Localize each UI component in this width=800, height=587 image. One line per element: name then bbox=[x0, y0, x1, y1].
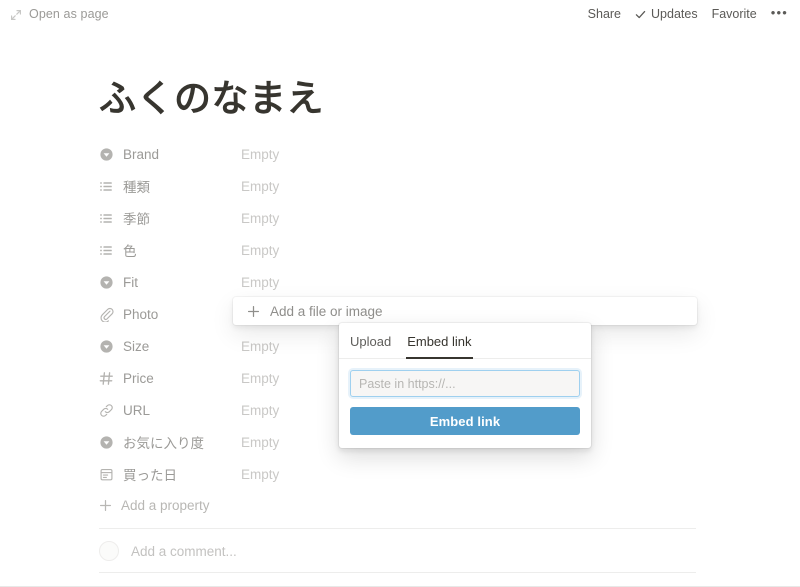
check-icon bbox=[635, 9, 646, 20]
add-comment-row[interactable]: Add a comment... bbox=[99, 538, 237, 564]
tab-upload[interactable]: Upload bbox=[350, 334, 391, 358]
property-label: Price bbox=[123, 370, 154, 386]
select-icon bbox=[99, 147, 114, 162]
plus-icon bbox=[99, 499, 112, 512]
hash-icon bbox=[99, 371, 114, 386]
property-value[interactable]: Empty bbox=[239, 403, 279, 418]
property-name-kisetsu[interactable]: 季節 bbox=[99, 208, 239, 228]
open-as-page-button[interactable]: Open as page bbox=[10, 7, 109, 21]
property-value[interactable]: Empty bbox=[239, 147, 279, 162]
property-label: 種類 bbox=[123, 180, 150, 195]
embed-link-popup: Upload Embed link Embed link bbox=[339, 323, 591, 448]
property-row-shurui[interactable]: 種類 Empty bbox=[99, 170, 699, 202]
property-value[interactable]: Empty bbox=[239, 179, 279, 194]
select-icon bbox=[99, 339, 114, 354]
ellipsis-icon[interactable]: ••• bbox=[771, 6, 788, 22]
embed-link-submit-button[interactable]: Embed link bbox=[350, 407, 580, 435]
open-as-page-label: Open as page bbox=[29, 7, 109, 21]
add-file-or-image-label: Add a file or image bbox=[270, 303, 383, 319]
property-value[interactable]: Empty bbox=[239, 435, 279, 450]
select-icon bbox=[99, 275, 114, 290]
property-label: 季節 bbox=[123, 212, 150, 227]
property-name-price[interactable]: Price bbox=[99, 371, 239, 386]
updates-button[interactable]: Updates bbox=[635, 7, 698, 21]
divider-above-comment bbox=[99, 528, 696, 529]
plus-icon bbox=[247, 305, 260, 318]
property-value[interactable]: Empty bbox=[239, 339, 279, 354]
top-bar-actions: Share Updates Favorite ••• bbox=[588, 6, 788, 22]
property-name-okiniiri[interactable]: お気に入り度 bbox=[99, 432, 239, 452]
updates-label: Updates bbox=[651, 7, 698, 21]
link-icon bbox=[99, 403, 114, 418]
avatar bbox=[99, 541, 119, 561]
add-file-or-image-button[interactable]: Add a file or image bbox=[233, 297, 697, 325]
property-name-size[interactable]: Size bbox=[99, 339, 239, 354]
property-name-brand[interactable]: Brand bbox=[99, 147, 239, 162]
multi-select-icon bbox=[99, 211, 114, 226]
multi-select-icon bbox=[99, 243, 114, 258]
property-value[interactable]: Empty bbox=[239, 371, 279, 386]
add-comment-placeholder: Add a comment... bbox=[131, 543, 237, 559]
property-name-url[interactable]: URL bbox=[99, 403, 239, 418]
divider-below-comment bbox=[99, 572, 696, 573]
property-label: Size bbox=[123, 338, 150, 354]
property-row-kisetsu[interactable]: 季節 Empty bbox=[99, 202, 699, 234]
calendar-icon bbox=[99, 467, 114, 482]
add-property-button[interactable]: Add a property bbox=[99, 493, 210, 517]
embed-url-input[interactable] bbox=[350, 370, 580, 397]
property-label: URL bbox=[123, 402, 151, 418]
popup-tab-list: Upload Embed link bbox=[339, 323, 591, 359]
property-value[interactable]: Empty bbox=[239, 467, 279, 482]
add-property-label: Add a property bbox=[121, 497, 210, 513]
property-row-fit[interactable]: Fit Empty bbox=[99, 266, 699, 298]
popup-body: Embed link bbox=[339, 359, 591, 448]
favorite-button[interactable]: Favorite bbox=[712, 7, 757, 21]
property-value[interactable]: Empty bbox=[239, 211, 279, 226]
property-value[interactable]: Empty bbox=[239, 275, 279, 290]
top-bar: Open as page Share Updates Favorite ••• bbox=[0, 0, 800, 28]
property-label: Brand bbox=[123, 146, 160, 162]
select-icon bbox=[99, 435, 114, 450]
property-label: 買った日 bbox=[123, 468, 177, 483]
tab-embed-link[interactable]: Embed link bbox=[406, 334, 473, 359]
property-value[interactable]: Empty bbox=[239, 243, 279, 258]
property-label: 色 bbox=[123, 244, 137, 259]
property-name-shurui[interactable]: 種類 bbox=[99, 176, 239, 196]
page-title[interactable]: ふくのなまえ bbox=[99, 77, 324, 121]
property-label: Fit bbox=[123, 274, 138, 290]
property-row-iro[interactable]: 色 Empty bbox=[99, 234, 699, 266]
property-label: お気に入り度 bbox=[123, 436, 204, 451]
property-name-fit[interactable]: Fit bbox=[99, 275, 239, 290]
multi-select-icon bbox=[99, 179, 114, 194]
property-label: Photo bbox=[123, 306, 159, 322]
property-row-brand[interactable]: Brand Empty bbox=[99, 138, 699, 170]
property-name-photo[interactable]: Photo bbox=[99, 307, 239, 322]
property-name-iro[interactable]: 色 bbox=[99, 240, 239, 260]
expand-diagonal-icon bbox=[10, 8, 22, 20]
share-button[interactable]: Share bbox=[588, 7, 621, 21]
property-row-kattahi[interactable]: 買った日 Empty bbox=[99, 458, 699, 490]
paperclip-icon bbox=[99, 307, 114, 322]
property-name-kattahi[interactable]: 買った日 bbox=[99, 464, 239, 484]
